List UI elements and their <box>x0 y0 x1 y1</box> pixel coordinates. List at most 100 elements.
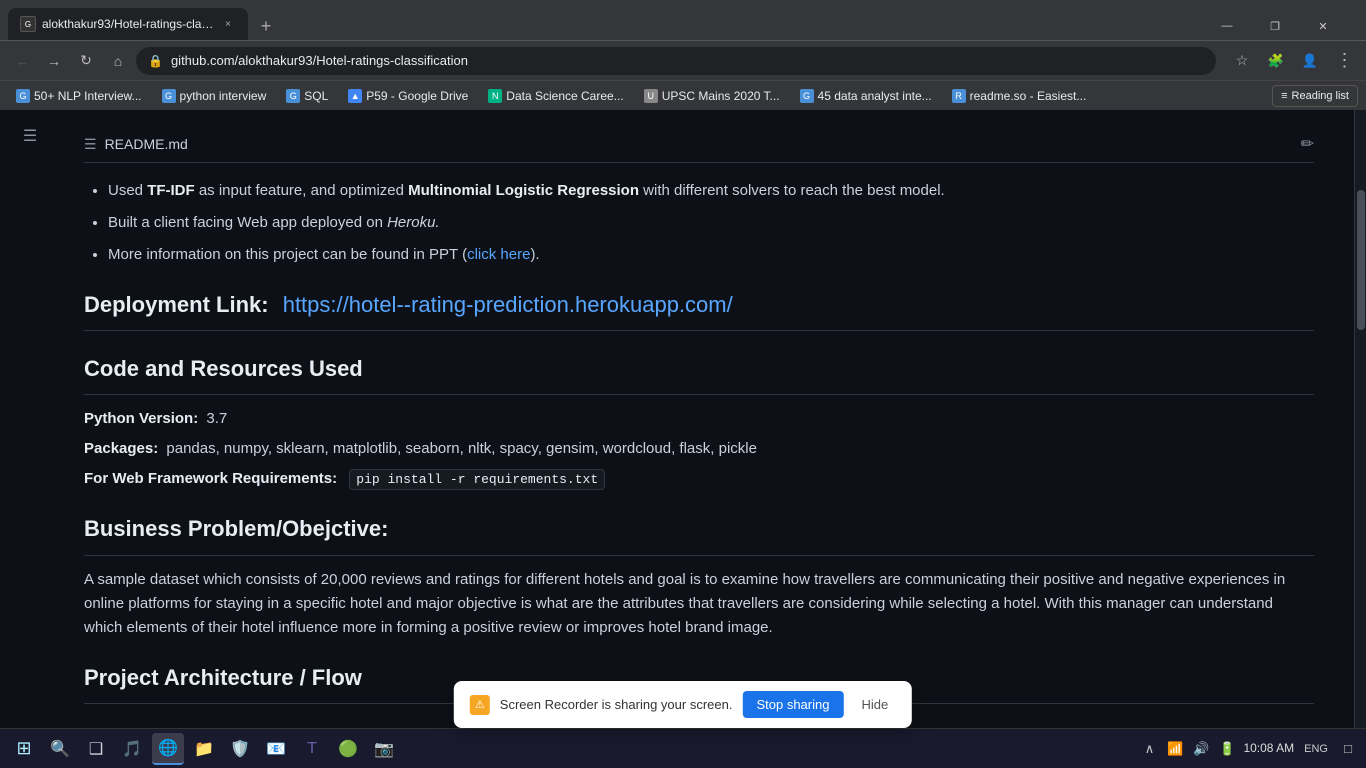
taskbar-chrome[interactable]: 🌐 <box>152 733 184 765</box>
store-icon: 🟢 <box>338 739 358 759</box>
readme-edit-button[interactable]: ✏ <box>1301 134 1314 154</box>
bookmark-analyst-label: 45 data analyst inte... <box>818 89 932 103</box>
scrollbar-track[interactable] <box>1354 110 1366 768</box>
python-version-value: 3.7 <box>206 410 227 427</box>
bookmark-upsc-label: UPSC Mains 2020 T... <box>662 89 780 103</box>
windows-start-button[interactable]: ⊞ <box>8 735 40 763</box>
close-button[interactable]: ✕ <box>1300 12 1346 40</box>
packages-label: Packages: <box>84 440 158 457</box>
code-resources-heading: Code and Resources Used <box>84 351 1314 395</box>
bullet-tfidf: Used TF-IDF as input feature, and optimi… <box>108 179 1314 203</box>
bookmark-datasci-label: Data Science Caree... <box>506 89 623 103</box>
bookmark-sql[interactable]: G SQL <box>278 85 336 107</box>
security-icon: 🛡️ <box>230 739 250 759</box>
screen-share-icon: ⚠ <box>470 695 490 715</box>
minimize-button[interactable]: — <box>1204 12 1250 40</box>
deployment-url-link[interactable]: https://hotel--rating-prediction.herokua… <box>283 292 733 317</box>
back-button[interactable]: ← <box>8 47 36 75</box>
bookmark-star-button[interactable]: ☆ <box>1228 47 1256 75</box>
media-icon: 🎵 <box>122 739 142 759</box>
explorer-icon: 📁 <box>194 739 214 759</box>
readme-container: ☰ README.md ✏ Used TF-IDF as input featu… <box>60 110 1354 768</box>
scrollbar-thumb[interactable] <box>1357 190 1365 330</box>
taskbar-store[interactable]: 🟢 <box>332 733 364 765</box>
tab-favicon: G <box>20 16 36 32</box>
taskbar-clock[interactable]: 10:08 AM <box>1243 741 1294 757</box>
chrome-icon: 🌐 <box>158 738 178 758</box>
bookmark-readme[interactable]: R readme.so - Easiest... <box>944 85 1095 107</box>
new-tab-button[interactable]: + <box>252 12 280 40</box>
sidebar-toggle-area: ☰ <box>0 110 60 768</box>
taskbar-teams[interactable]: T <box>296 733 328 765</box>
notification-button[interactable]: □ <box>1338 739 1358 759</box>
bookmark-analyst[interactable]: G 45 data analyst inte... <box>792 85 940 107</box>
lock-icon: 🔒 <box>148 54 163 68</box>
bookmark-nlp-label: 50+ NLP Interview... <box>34 89 142 103</box>
forward-button[interactable]: → <box>40 47 68 75</box>
refresh-button[interactable]: ↻ <box>72 47 100 75</box>
home-button[interactable]: ⌂ <box>104 47 132 75</box>
teams-icon: T <box>302 739 322 759</box>
readme-header: ☰ README.md ✏ <box>84 134 1314 163</box>
bookmarks-bar: G 50+ NLP Interview... G python intervie… <box>0 80 1366 110</box>
taskbar: ⊞ 🔍 ❑ 🎵 🌐 📁 🛡️ 📧 T 🟢 📷 <box>0 728 1366 768</box>
taskbar-media[interactable]: 🎵 <box>116 733 148 765</box>
business-heading: Business Problem/Obejctive: <box>84 511 1314 555</box>
bookmark-python-favicon: G <box>162 89 176 103</box>
taskbar-search[interactable]: 🔍 <box>44 733 76 765</box>
packages-value: pandas, numpy, sklearn, matplotlib, seab… <box>166 440 757 457</box>
stop-sharing-button[interactable]: Stop sharing <box>742 691 843 718</box>
bookmark-reading-list[interactable]: ≡ Reading list <box>1272 85 1358 107</box>
reading-list-icon: ≡ <box>1281 90 1287 102</box>
taskbar-security[interactable]: 🛡️ <box>224 733 256 765</box>
python-version-label: Python Version: <box>84 410 198 427</box>
screen-share-notification: ⚠ Screen Recorder is sharing your screen… <box>454 681 912 728</box>
web-framework-line: For Web Framework Requirements: pip inst… <box>84 467 1314 491</box>
bookmark-p59[interactable]: ▲ P59 - Google Drive <box>340 85 476 107</box>
bookmark-python-label: python interview <box>180 89 267 103</box>
readme-title-area: ☰ README.md <box>84 136 188 153</box>
deployment-section: Deployment Link: https://hotel--rating-p… <box>84 287 1314 331</box>
readme-bullets: Used TF-IDF as input feature, and optimi… <box>84 179 1314 267</box>
tab-spacer: — ❐ ✕ <box>280 12 1358 40</box>
click-here-link[interactable]: click here <box>467 246 530 263</box>
volume-icon[interactable]: 🔊 <box>1191 739 1211 759</box>
taskbar-explorer[interactable]: 📁 <box>188 733 220 765</box>
deployment-heading: Deployment Link: https://hotel--rating-p… <box>84 287 1314 331</box>
profile-button[interactable]: 👤 <box>1296 47 1324 75</box>
browser-toolbar: ← → ↻ ⌂ 🔒 github.com/alokthakur93/Hotel-… <box>0 40 1366 80</box>
bookmark-p59-favicon: ▲ <box>348 89 362 103</box>
bookmark-p59-label: P59 - Google Drive <box>366 89 468 103</box>
taskbar-camera[interactable]: 📷 <box>368 733 400 765</box>
address-bar[interactable]: 🔒 github.com/alokthakur93/Hotel-ratings-… <box>136 47 1216 75</box>
hide-button[interactable]: Hide <box>853 693 896 716</box>
readme-filename: README.md <box>105 136 188 152</box>
bookmark-sql-label: SQL <box>304 89 328 103</box>
bullet-ppt: More information on this project can be … <box>108 243 1314 267</box>
taskbar-taskview[interactable]: ❑ <box>80 733 112 765</box>
business-text: A sample dataset which consists of 20,00… <box>84 568 1314 640</box>
menu-button[interactable]: ⋮ <box>1330 47 1358 75</box>
maximize-button[interactable]: ❐ <box>1252 12 1298 40</box>
search-icon: 🔍 <box>50 739 70 759</box>
taskview-icon: ❑ <box>86 739 106 759</box>
taskbar-mail[interactable]: 📧 <box>260 733 292 765</box>
battery-icon[interactable]: 🔋 <box>1217 739 1237 759</box>
bookmark-nlp[interactable]: G 50+ NLP Interview... <box>8 85 150 107</box>
network-icon[interactable]: 📶 <box>1165 739 1185 759</box>
window-controls: — ❐ ✕ <box>1204 12 1346 40</box>
bookmark-datasci[interactable]: N Data Science Caree... <box>480 85 631 107</box>
bookmark-python[interactable]: G python interview <box>154 85 275 107</box>
readme-list-icon: ☰ <box>84 136 97 153</box>
bookmark-nlp-favicon: G <box>16 89 30 103</box>
sidebar-toggle-button[interactable]: ☰ <box>23 126 37 760</box>
language-indicator[interactable]: ENG <box>1300 739 1332 759</box>
tab-close-button[interactable]: × <box>220 16 236 32</box>
address-text: github.com/alokthakur93/Hotel-ratings-cl… <box>171 53 1204 68</box>
active-tab[interactable]: G alokthakur93/Hotel-ratings-class... × <box>8 8 248 40</box>
extension-button[interactable]: 🧩 <box>1262 47 1290 75</box>
bookmark-upsc[interactable]: U UPSC Mains 2020 T... <box>636 85 788 107</box>
tray-up-arrow[interactable]: ∧ <box>1139 739 1159 759</box>
camera-icon: 📷 <box>374 739 394 759</box>
packages-line: Packages: pandas, numpy, sklearn, matplo… <box>84 437 1314 461</box>
